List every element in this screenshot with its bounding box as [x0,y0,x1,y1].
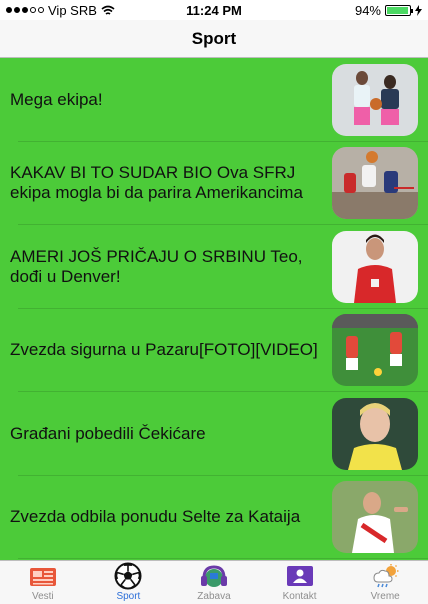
article-title: KAKAV BI TO SUDAR BIO Ova SFRJ ekipa mog… [10,163,303,203]
article-title: Zvezda sigurna u Pazaru[FOTO][VIDEO] [10,340,318,360]
list-item[interactable]: AMERI JOŠ PRIČAJU O SRBINU Teo, dođi u D… [0,225,428,309]
tab-label: Vesti [31,591,54,602]
tab-label: Kontakt [282,591,317,602]
article-thumbnail[interactable] [332,397,418,470]
list-item[interactable]: Zvezda odbila ponudu Selte za Kataija [0,476,428,559]
headphones-icon [199,562,229,590]
tab-zabava[interactable]: Zabava [171,561,257,604]
tab-label: Vreme [370,591,400,602]
article-title: Mega ekipa! [10,89,103,109]
soccer-ball-icon [113,562,143,590]
article-thumbnail[interactable] [332,230,418,303]
article-title: AMERI JOŠ PRIČAJU O SRBINU Teo, dođi u D… [10,246,303,286]
contact-card-icon [285,562,315,590]
charging-bolt-icon [415,4,422,16]
article-thumbnail[interactable] [332,147,418,220]
article-title: Građani pobedili Čekićare [10,423,206,443]
tab-label: Zabava [197,591,231,602]
status-right: 94% [355,3,422,18]
tab-bar: Vesti Sport Zabava Kontakt Vreme [0,560,428,604]
article-thumbnail[interactable] [332,481,418,554]
article-thumbnail[interactable] [332,314,418,387]
list-item[interactable]: KAKAV BI TO SUDAR BIO Ova SFRJ ekipa mog… [0,142,428,225]
newspaper-icon [28,562,58,590]
status-left: Vip SRB [6,3,115,18]
page-title: Sport [191,28,237,48]
battery-percent: 94% [354,2,381,18]
row-divider [18,558,428,559]
signal-strength-icon [6,7,44,13]
list-item[interactable]: Građani pobedili Čekićare [0,392,428,476]
article-title: Zvezda odbila ponudu Selte za Kataija [10,507,301,527]
wifi-icon [101,5,115,15]
weather-icon [370,562,400,590]
tab-vreme[interactable]: Vreme [342,561,428,604]
tab-label: Sport [116,591,141,602]
list-item[interactable]: Zvezda sigurna u Pazaru[FOTO][VIDEO] [0,309,428,392]
carrier-name: Vip SRB [48,2,97,18]
status-bar: Vip SRB 11:24 PM 94% [0,0,428,20]
tab-vesti[interactable]: Vesti [0,561,86,604]
battery-icon [385,4,413,16]
list-item[interactable]: Mega ekipa! [0,58,428,142]
article-thumbnail[interactable] [332,63,418,136]
tab-sport[interactable]: Sport [86,561,172,604]
battery-fill [387,6,408,14]
navigation-bar: Sport [0,20,428,58]
tab-kontakt[interactable]: Kontakt [257,561,343,604]
article-list[interactable]: Mega ekipa! KAKAV BI TO SUDAR BIO Ova SF… [0,58,428,560]
